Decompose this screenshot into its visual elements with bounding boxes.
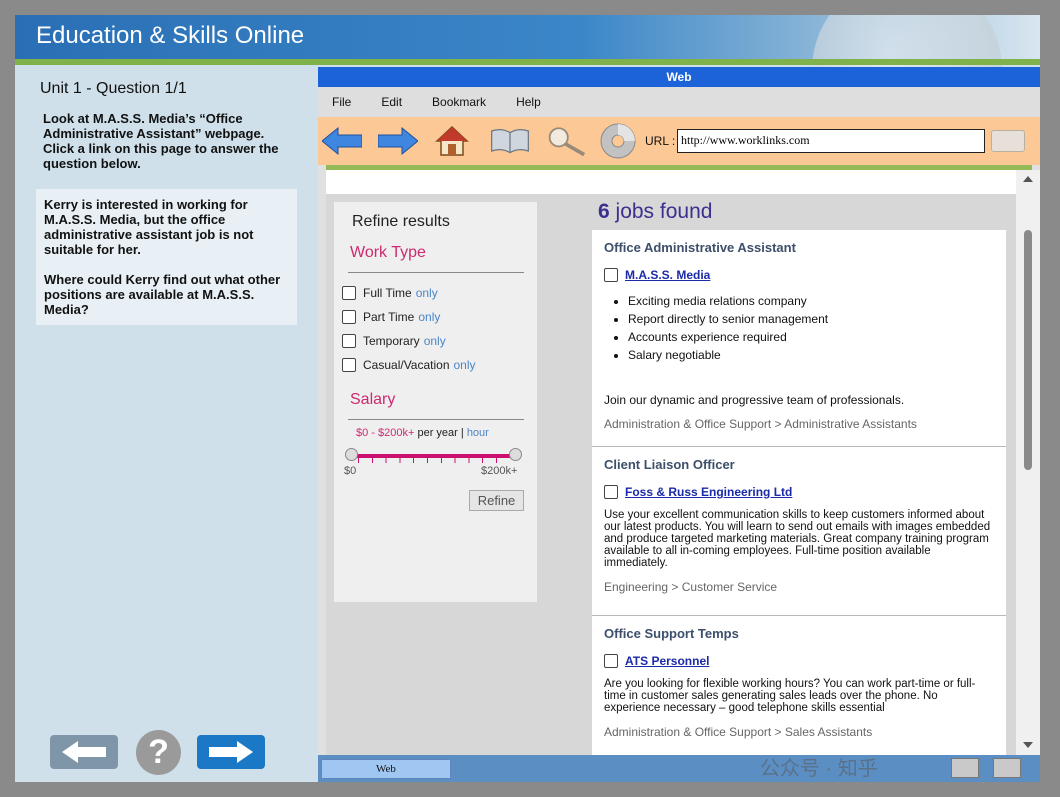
job-listing: Office Support Temps ATS Personnel Are y… — [592, 616, 1006, 755]
question-box: Kerry is interested in working for M.A.S… — [36, 189, 297, 325]
question-panel: Unit 1 - Question 1/1 Look at M.A.S.S. M… — [15, 65, 318, 782]
jobs-list: Office Administrative Assistant M.A.S.S.… — [592, 230, 1006, 755]
app-header: Education & Skills Online — [15, 15, 1040, 165]
job-description: Are you looking for flexible working hou… — [604, 678, 976, 714]
salary-min-label: $0 — [344, 465, 357, 477]
instructions-text: Look at M.A.S.S. Media’s “Office Adminis… — [43, 111, 279, 171]
browser-window: Web File Edit Bookmark Help URL: http:/… — [318, 67, 1040, 782]
right-arrow-icon — [209, 741, 253, 763]
job-title: Client Liaison Officer — [604, 457, 735, 472]
work-type-rule — [348, 272, 524, 273]
taskbar-web-button[interactable]: Web — [321, 759, 451, 779]
job-description: Join our dynamic and progressive team of… — [604, 393, 905, 407]
menu-file[interactable]: File — [332, 95, 351, 109]
url-label: URL : — [645, 134, 676, 148]
scroll-thumb[interactable] — [1024, 230, 1032, 470]
jobs-found-heading: 6 jobs found — [598, 200, 712, 224]
job-bullet: Exciting media relations company — [628, 292, 994, 310]
job-title: Office Support Temps — [604, 626, 739, 641]
work-type-title: Work Type — [350, 244, 426, 261]
jobs-count: 6 — [598, 200, 610, 223]
checkbox[interactable] — [342, 358, 356, 372]
app-title: Education & Skills Online — [36, 22, 305, 49]
refine-button[interactable]: Refine — [469, 490, 524, 511]
job-listing: Office Administrative Assistant M.A.S.S.… — [592, 230, 1006, 447]
forward-arrow-icon[interactable] — [378, 123, 418, 159]
menu-bookmark[interactable]: Bookmark — [432, 95, 486, 109]
job-bullet: Report directly to senior management — [628, 310, 994, 328]
checkbox[interactable] — [342, 310, 356, 324]
salary-max-label: $200k+ — [481, 465, 518, 477]
content-scrollbar[interactable] — [1016, 170, 1040, 755]
checkbox[interactable] — [342, 286, 356, 300]
filter-temporary[interactable]: Temporary only — [342, 334, 446, 348]
job-company-row: ATS Personnel — [604, 654, 994, 668]
salary-slider-max-handle[interactable] — [509, 448, 522, 461]
left-arrow-icon — [62, 741, 106, 763]
scroll-down-icon[interactable] — [1023, 742, 1033, 748]
job-checkbox[interactable] — [604, 654, 618, 668]
job-listing: Client Liaison Officer Foss & Russ Engin… — [592, 447, 1006, 616]
job-checkbox[interactable] — [604, 485, 618, 499]
menu-bar: File Edit Bookmark Help — [318, 87, 1040, 117]
taskbar-tile-icon[interactable] — [993, 758, 1021, 778]
salary-slider-min-handle[interactable] — [345, 448, 358, 461]
filter-part-time[interactable]: Part Time only — [342, 310, 440, 324]
back-arrow-icon[interactable] — [322, 123, 362, 159]
scroll-up-icon[interactable] — [1023, 176, 1033, 182]
job-company-link[interactable]: ATS Personnel — [625, 654, 709, 668]
job-description: Use your excellent communication skills … — [604, 509, 991, 569]
salary-range-text: $0 - $200k+ per year | hour — [356, 427, 489, 439]
jobs-found-label: jobs found — [615, 200, 713, 223]
job-company-link[interactable]: Foss & Russ Engineering Ltd — [625, 485, 792, 499]
job-category: Engineering > Customer Service — [604, 580, 778, 594]
refine-panel: Refine results Work Type Full Time only … — [334, 202, 537, 602]
go-button[interactable] — [991, 130, 1025, 152]
job-company-row: Foss & Russ Engineering Ltd — [604, 485, 994, 499]
web-content: Refine results Work Type Full Time only … — [326, 170, 1016, 755]
job-category: Administration & Office Support > Sales … — [604, 725, 873, 739]
browser-title: Web — [318, 67, 1040, 87]
job-checkbox[interactable] — [604, 268, 618, 282]
job-bullet: Salary negotiable — [628, 346, 994, 364]
refine-title: Refine results — [352, 213, 450, 230]
filter-full-time[interactable]: Full Time only — [342, 286, 438, 300]
url-input[interactable]: http://www.worklinks.com — [677, 129, 985, 153]
watermark: 公众号 · 知乎 — [760, 758, 878, 780]
search-icon[interactable] — [546, 123, 586, 159]
job-title: Office Administrative Assistant — [604, 240, 796, 255]
home-icon[interactable] — [432, 123, 472, 159]
job-company-link[interactable]: M.A.S.S. Media — [625, 268, 710, 282]
filter-casual-vacation[interactable]: Casual/Vacation only — [342, 358, 476, 372]
help-button[interactable]: ? — [136, 730, 181, 775]
next-button[interactable] — [197, 735, 265, 769]
question-text-1: Kerry is interested in working for M.A.S… — [44, 197, 254, 257]
question-text-2: Where could Kerry find out what other po… — [44, 272, 281, 317]
content-top-strip — [326, 170, 1016, 194]
cd-icon[interactable] — [598, 123, 638, 159]
book-icon[interactable] — [490, 123, 530, 159]
browser-toolbar: URL : http://www.worklinks.com — [318, 117, 1040, 165]
checkbox[interactable] — [342, 334, 356, 348]
salary-rule — [348, 419, 524, 420]
back-button[interactable] — [50, 735, 118, 769]
unit-title: Unit 1 - Question 1/1 — [40, 80, 187, 97]
salary-title: Salary — [350, 391, 396, 408]
taskbar-window-icon[interactable] — [951, 758, 979, 778]
menu-edit[interactable]: Edit — [381, 95, 402, 109]
job-bullet: Accounts experience required — [628, 328, 994, 346]
job-category: Administration & Office Support > Admini… — [604, 417, 917, 431]
job-bullets: Exciting media relations company Report … — [628, 292, 994, 364]
salary-slider-ticks — [358, 457, 510, 463]
job-company-row: M.A.S.S. Media — [604, 268, 994, 282]
taskbar: Web — [318, 755, 1040, 782]
app-frame: Education & Skills Online Unit 1 - Quest… — [15, 15, 1040, 782]
menu-help[interactable]: Help — [516, 95, 541, 109]
